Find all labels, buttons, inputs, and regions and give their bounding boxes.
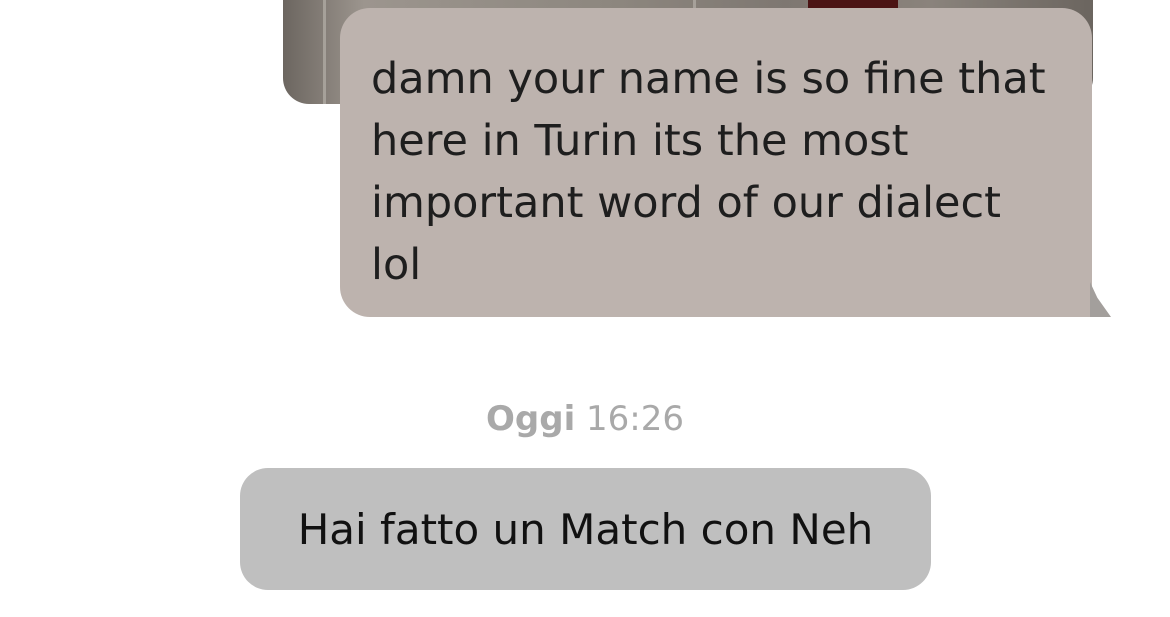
date-time: 16:26 [586,399,685,439]
outgoing-message-bubble[interactable]: damn your name is so fine that here in T… [340,8,1092,317]
photo-detail [323,0,326,104]
match-notice: Hai fatto un Match con Neh [240,468,931,590]
match-notice-text: Hai fatto un Match con Neh [297,504,874,554]
message-text: damn your name is so fine that here in T… [371,54,1046,290]
chat-thread: damn your name is so fine that here in T… [0,0,1170,617]
bubble-tail [1090,282,1111,317]
date-day: Oggi [485,399,576,439]
date-separator: Oggi 16:26 [0,396,1170,442]
